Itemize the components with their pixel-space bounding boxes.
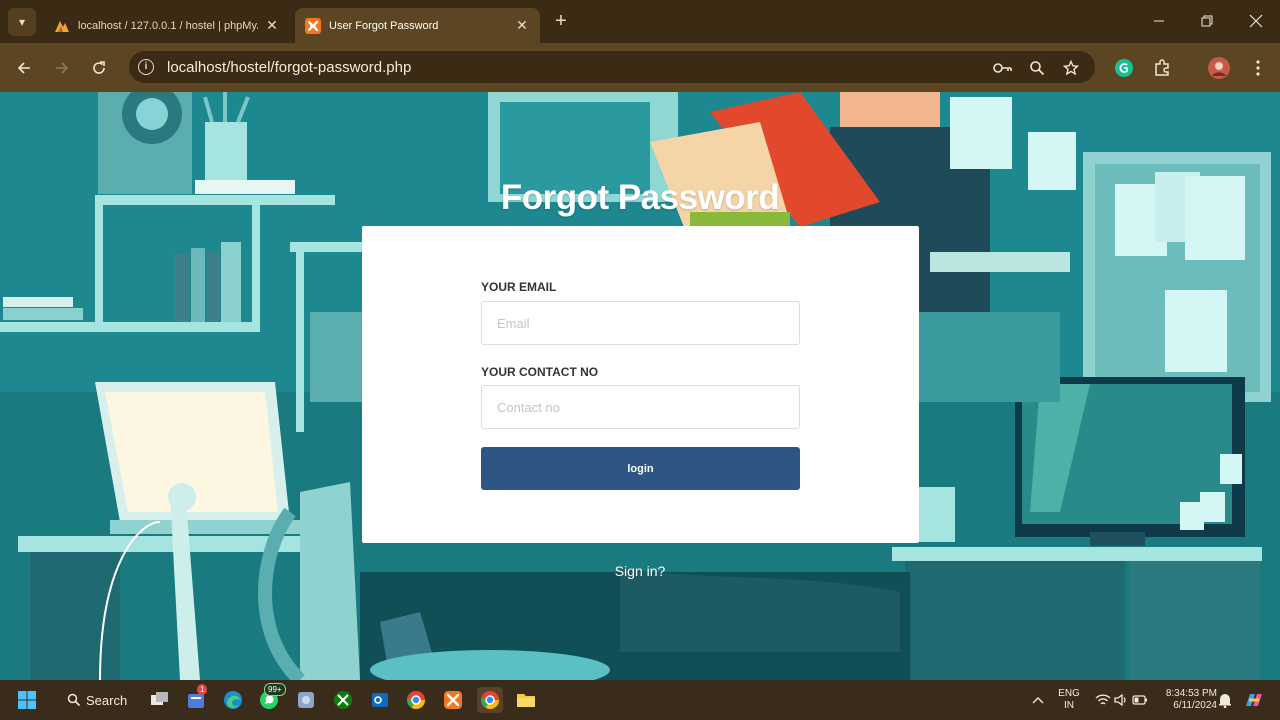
email-label: YOUR EMAIL — [481, 280, 557, 294]
whatsapp-notification-badge: 99+ — [264, 683, 286, 696]
xampp-taskbar-icon[interactable] — [440, 687, 466, 713]
tab-search-chevron-icon[interactable]: ▾ — [8, 8, 36, 36]
forgot-password-form: YOUR EMAIL YOUR CONTACT NO login — [362, 226, 919, 543]
browser-toolbar: i localhost/hostel/forgot-password.php — [0, 43, 1280, 92]
region-code: IN — [1064, 700, 1074, 711]
task-view-icon[interactable] — [147, 687, 173, 713]
copilot-icon[interactable] — [1241, 687, 1267, 713]
outlook-icon[interactable] — [367, 687, 393, 713]
teams-icon[interactable]: 1 — [183, 684, 209, 713]
extensions-puzzle-icon[interactable] — [1149, 55, 1175, 81]
profile-avatar[interactable] — [1206, 55, 1232, 81]
page-title: Forgot Password — [500, 178, 780, 217]
phpmyadmin-icon — [55, 20, 69, 32]
tray-chevron-up-icon[interactable] — [1025, 687, 1051, 713]
notifications-bell-icon[interactable] — [1212, 687, 1238, 713]
photos-app-icon[interactable] — [293, 687, 319, 713]
contact-label: YOUR CONTACT NO — [481, 365, 599, 379]
page-viewport: Forgot Password YOUR EMAIL YOUR CONTACT … — [0, 92, 1280, 680]
new-tab-plus-icon[interactable]: + — [549, 10, 573, 34]
windows-taskbar: Search 1 99+ ENG IN 8:34:53 PM 6/11/2024 — [0, 680, 1280, 720]
email-field[interactable] — [481, 301, 800, 345]
chrome-icon[interactable] — [403, 687, 429, 713]
close-window-icon[interactable] — [1241, 8, 1271, 34]
xampp-icon — [305, 17, 321, 34]
address-bar[interactable]: i localhost/hostel/forgot-password.php — [129, 51, 1095, 83]
browser-menu-icon[interactable] — [1245, 55, 1271, 81]
search-icon — [67, 693, 81, 707]
password-key-icon[interactable] — [992, 57, 1014, 79]
tab-phpmyadmin[interactable]: localhost / 127.0.0.1 / hostel | phpMyAd… — [44, 8, 290, 43]
grammarly-icon[interactable] — [1111, 55, 1137, 81]
input-language[interactable]: ENG IN — [1053, 688, 1085, 712]
forward-arrow-icon[interactable] — [49, 55, 75, 81]
contact-no-field[interactable] — [481, 385, 800, 429]
url-text: localhost/hostel/forgot-password.php — [167, 59, 412, 76]
zoom-icon[interactable] — [1026, 57, 1048, 79]
minimize-icon[interactable] — [1144, 8, 1174, 34]
login-button[interactable]: login — [481, 447, 800, 490]
battery-icon[interactable] — [1127, 687, 1153, 713]
language-code: ENG — [1058, 688, 1080, 699]
tab-title: User Forgot Password — [329, 19, 439, 32]
edge-icon[interactable] — [220, 687, 246, 713]
clock[interactable]: 8:34:53 PM 6/11/2024 — [1155, 688, 1217, 712]
windows-start-icon[interactable] — [14, 687, 40, 713]
taskbar-search[interactable]: Search — [57, 687, 133, 713]
tab-title: localhost / 127.0.0.1 / hostel | phpMyAd… — [78, 19, 258, 32]
search-label: Search — [86, 692, 128, 708]
bookmark-star-icon[interactable] — [1060, 57, 1082, 79]
back-arrow-icon[interactable] — [11, 55, 37, 81]
clock-date: 6/11/2024 — [1173, 700, 1217, 711]
restore-icon[interactable] — [1192, 8, 1222, 34]
tab-close-icon[interactable]: ✕ — [264, 17, 280, 34]
tab-user-forgot-password[interactable]: User Forgot Password ✕ — [295, 8, 540, 43]
sign-in-link[interactable]: Sign in? — [0, 563, 1280, 579]
browser-tab-bar: ▾ localhost / 127.0.0.1 / hostel | phpMy… — [0, 0, 1280, 43]
xbox-icon[interactable] — [330, 687, 356, 713]
chrome-active-taskbar-icon[interactable] — [477, 687, 503, 713]
site-info-icon[interactable]: i — [138, 59, 154, 75]
reload-icon[interactable] — [86, 55, 112, 81]
clock-time: 8:34:53 PM — [1165, 688, 1217, 699]
whatsapp-icon[interactable]: 99+ — [256, 683, 286, 713]
file-explorer-icon[interactable] — [513, 687, 539, 713]
tab-close-icon[interactable]: ✕ — [514, 17, 530, 34]
